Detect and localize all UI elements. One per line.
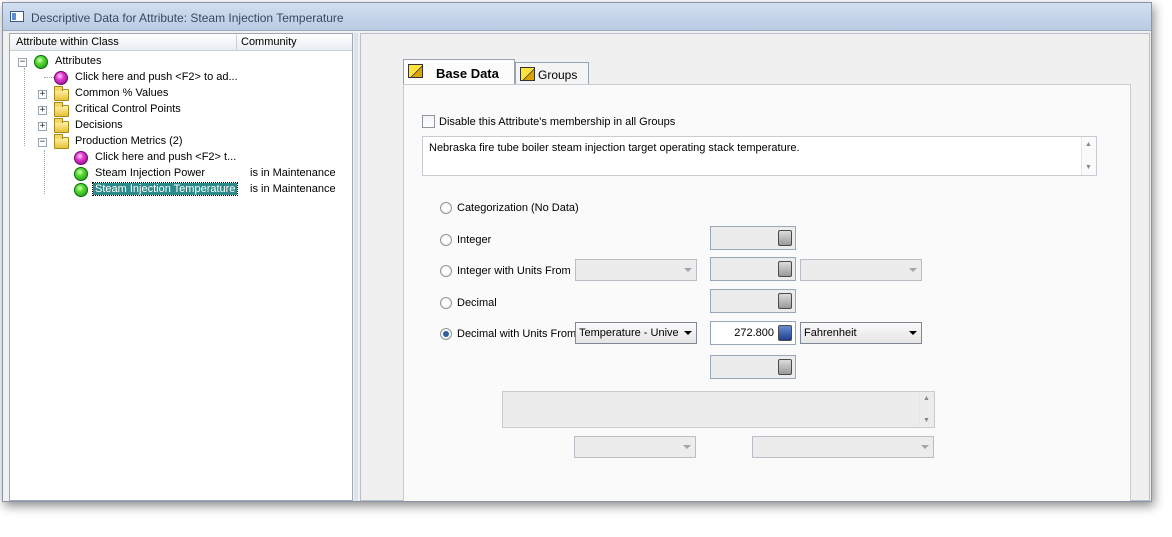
tree-item-label: Decisions xyxy=(75,119,123,131)
chevron-down-icon xyxy=(684,331,692,335)
integer-units-class-dropdown[interactable] xyxy=(575,259,697,281)
calculator-icon[interactable] xyxy=(778,261,792,277)
decimal-unit-value: Fahrenheit xyxy=(804,327,857,339)
radio-categorization[interactable] xyxy=(440,202,452,214)
window-title: Descriptive Data for Attribute: Steam In… xyxy=(31,11,344,25)
tree-item-label: Critical Control Points xyxy=(75,103,181,115)
notes-scrollbar[interactable]: ▲ ▼ xyxy=(919,392,934,427)
tree-item-label: Common % Values xyxy=(75,87,169,99)
expand-icon[interactable]: + xyxy=(38,122,47,131)
folder-icon xyxy=(54,102,69,117)
radio-integer-label: Integer xyxy=(457,234,492,246)
tree-item-production-metrics[interactable]: − Production Metrics (2) xyxy=(14,134,344,150)
tree-item-steam-injection-temperature[interactable]: Steam Injection Temperature is in Mainte… xyxy=(14,182,344,198)
radio-integer-with-units[interactable] xyxy=(440,265,452,277)
radio-decimal-with-units-label: Decimal with Units From xyxy=(457,328,577,340)
window-icon xyxy=(10,11,24,22)
tab-groups[interactable]: Groups xyxy=(515,62,589,86)
community-status: is in Maintenance xyxy=(250,167,336,179)
tree-root-attributes[interactable]: − Attributes xyxy=(14,54,344,70)
tree-item-critical-control-points[interactable]: + Critical Control Points xyxy=(14,102,344,118)
disable-membership-label: Disable this Attribute's membership in a… xyxy=(439,116,676,128)
green-ball-icon xyxy=(34,55,48,69)
decimal-units-value-field[interactable]: 272.800 xyxy=(710,321,796,345)
tree-item-label-selected: Steam Injection Temperature xyxy=(91,182,239,196)
radio-decimal-label: Decimal xyxy=(457,297,497,309)
column-header-attribute[interactable]: Attribute within Class xyxy=(16,36,119,48)
calculator-icon[interactable] xyxy=(778,359,792,375)
title-bar: Descriptive Data for Attribute: Steam In… xyxy=(3,3,1151,31)
radio-decimal-with-units[interactable] xyxy=(440,328,452,340)
tree-item-label: Production Metrics (2) xyxy=(75,135,183,147)
pencil-edit-icon xyxy=(408,64,423,78)
decimal-units-class-value: Temperature - Unive xyxy=(579,327,679,339)
decimal-units-value: 272.800 xyxy=(734,327,774,339)
collapse-icon[interactable]: − xyxy=(38,138,47,147)
scroll-up-icon[interactable]: ▲ xyxy=(923,395,930,402)
green-ball-icon xyxy=(74,167,88,181)
community-status: is in Maintenance xyxy=(250,183,336,195)
description-scrollbar[interactable]: ▲ ▼ xyxy=(1081,137,1096,175)
description-text: Nebraska fire tube boiler steam injectio… xyxy=(429,142,800,154)
calculator-icon[interactable] xyxy=(778,325,792,341)
bottom-left-dropdown[interactable] xyxy=(574,436,696,458)
attribute-tree: Attribute within Class Community − Attri… xyxy=(9,33,353,501)
chevron-down-icon xyxy=(909,331,917,335)
radio-categorization-label: Categorization (No Data) xyxy=(457,202,579,214)
folder-open-icon xyxy=(54,134,69,149)
integer-unit-dropdown[interactable] xyxy=(800,259,922,281)
tree-item-common-values[interactable]: + Common % Values xyxy=(14,86,344,102)
chevron-down-icon xyxy=(921,445,929,449)
calculator-icon[interactable] xyxy=(778,230,792,246)
chevron-down-icon xyxy=(683,445,691,449)
tree-item-steam-injection-power[interactable]: Steam Injection Power is in Maintenance xyxy=(14,166,344,182)
chevron-down-icon xyxy=(909,268,917,272)
notes-textarea[interactable]: ▲ ▼ xyxy=(502,391,935,428)
pencil-edit-icon xyxy=(520,67,535,81)
tree-root-label: Attributes xyxy=(55,55,102,67)
base-data-panel: Disable this Attribute's membership in a… xyxy=(403,84,1131,501)
column-divider[interactable] xyxy=(236,34,237,51)
chevron-down-icon xyxy=(684,268,692,272)
radio-decimal[interactable] xyxy=(440,297,452,309)
green-ball-icon xyxy=(74,183,88,197)
pane-splitter[interactable] xyxy=(354,33,358,501)
scroll-up-icon[interactable]: ▲ xyxy=(1085,141,1092,148)
magenta-ball-icon xyxy=(54,71,68,85)
decimal-unit-dropdown[interactable]: Fahrenheit xyxy=(800,322,922,344)
calculator-icon[interactable] xyxy=(778,293,792,309)
tree-header: Attribute within Class Community xyxy=(10,34,352,51)
expand-icon[interactable]: + xyxy=(38,90,47,99)
description-textarea[interactable]: Nebraska fire tube boiler steam injectio… xyxy=(422,136,1097,176)
tree-item-label: Click here and push <F2> t... xyxy=(95,151,237,163)
radio-integer-with-units-label: Integer with Units From xyxy=(457,265,571,277)
tree-item-add-new-metric[interactable]: Click here and push <F2> t... xyxy=(14,150,344,166)
folder-icon xyxy=(54,118,69,133)
column-header-community[interactable]: Community xyxy=(241,36,297,48)
decimal-value-field[interactable] xyxy=(710,289,796,313)
scroll-down-icon[interactable]: ▼ xyxy=(1085,164,1092,171)
magenta-ball-icon xyxy=(74,151,88,165)
tab-label: Base Data xyxy=(436,66,499,81)
tree-item-label: Steam Injection Power xyxy=(95,167,206,179)
tree-item-decisions[interactable]: + Decisions xyxy=(14,118,344,134)
radio-integer[interactable] xyxy=(440,234,452,246)
detail-pane: Base Data Groups Disable this Attribute'… xyxy=(360,33,1150,501)
tab-label: Groups xyxy=(538,68,578,82)
tree-item-add-new[interactable]: Click here and push <F2> to ad... xyxy=(14,70,344,86)
bottom-right-dropdown[interactable] xyxy=(752,436,934,458)
collapse-icon[interactable]: − xyxy=(18,58,27,67)
folder-icon xyxy=(54,86,69,101)
tab-base-data[interactable]: Base Data xyxy=(403,59,515,86)
scroll-down-icon[interactable]: ▼ xyxy=(923,417,930,424)
extra-value-field[interactable] xyxy=(710,355,796,379)
decimal-units-class-dropdown[interactable]: Temperature - Unive xyxy=(575,322,697,344)
integer-value-field[interactable] xyxy=(710,226,796,250)
dialog-window: Descriptive Data for Attribute: Steam In… xyxy=(2,2,1152,502)
tree-item-label: Click here and push <F2> to ad... xyxy=(75,71,238,83)
disable-membership-checkbox[interactable] xyxy=(422,115,435,128)
expand-icon[interactable]: + xyxy=(38,106,47,115)
integer-units-value-field[interactable] xyxy=(710,257,796,281)
